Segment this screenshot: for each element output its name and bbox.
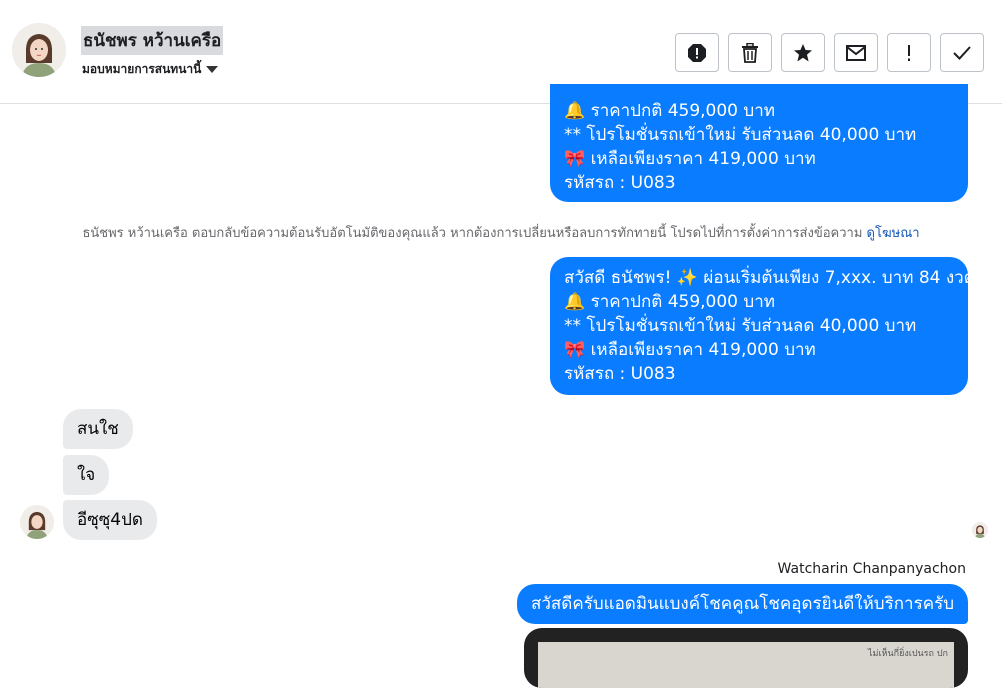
message-line: 🔔 ราคาปกติ 459,000 บาท: [564, 292, 775, 312]
check-icon: [953, 45, 971, 60]
message-line: ** โปรโมชั่นรถเข้าใหม่ รับส่วนลด 40,000 …: [564, 316, 917, 336]
message-line: ** โปรโมชั่นรถเข้าใหม่ รับส่วนลด 40,000 …: [564, 125, 917, 145]
system-notice-text: ธนัชพร หว้านเครือ ตอบกลับข้อความต้อนรับอ…: [82, 226, 863, 241]
sender-name: Watcharin Chanpanyachon: [777, 561, 966, 577]
assign-conversation-dropdown[interactable]: มอบหมายการสนทนานี้: [82, 60, 219, 79]
image-attachment[interactable]: ไม่เห็นกี่ยิ่งเปนรถ ปก: [524, 628, 968, 688]
delete-button[interactable]: [728, 33, 772, 72]
exclamation-icon: [908, 44, 910, 61]
contact-name[interactable]: ธนัชพร หว้านเครือ: [81, 26, 224, 55]
header-actions: [675, 33, 984, 72]
view-ad-link[interactable]: ดูโฆษณา: [867, 226, 920, 241]
report-button[interactable]: [675, 33, 719, 72]
incoming-message[interactable]: สนใช: [63, 409, 133, 449]
important-button[interactable]: [887, 33, 931, 72]
message-line: สวัสดี ธนัชพร! ✨ ผ่อนเริ่มต้นเพียง 7,xxx…: [564, 268, 975, 288]
alert-octagon-icon: [688, 43, 706, 62]
contact-avatar[interactable]: [12, 23, 66, 77]
contact-avatar-small[interactable]: [20, 505, 54, 539]
incoming-message[interactable]: อีซุซุ4ปด: [63, 500, 157, 540]
message-line: รหัสรถ : U083: [564, 364, 676, 384]
message-line: 🔔 ราคาปกติ 459,000 บาท: [564, 101, 775, 121]
caret-down-icon: [206, 66, 219, 73]
star-icon: [794, 43, 812, 61]
message-line: รหัสรถ : U083: [564, 173, 676, 193]
assign-label: มอบหมายการสนทนานี้: [82, 62, 202, 76]
message-line: 🎀 เหลือเพียงราคา 419,000 บาท: [564, 340, 816, 360]
outgoing-message[interactable]: สวัสดี ธนัชพร! ✨ ผ่อนเริ่มต้นเพียง 7,xxx…: [550, 257, 975, 395]
envelope-icon: [846, 44, 866, 61]
outgoing-message[interactable]: 🔔 ราคาปกติ 459,000 บาท ** โปรโมชั่นรถเข้…: [550, 84, 968, 202]
seen-indicator-avatar: [972, 522, 988, 538]
incoming-message[interactable]: ใจ: [63, 455, 110, 495]
trash-icon: [742, 42, 758, 63]
done-button[interactable]: [940, 33, 984, 72]
message-line: 🎀 เหลือเพียงราคา 419,000 บาท: [564, 149, 816, 169]
message-line: สวัสดีครับแอดมินแบงค์โชคคูณโชคอุดรยินดีใ…: [530, 594, 954, 614]
image-caption: ไม่เห็นกี่ยิ่งเปนรถ ปก: [868, 649, 948, 659]
system-notice: ธนัชพร หว้านเครือ ตอบกลับข้อความต้อนรับอ…: [0, 222, 1002, 243]
outgoing-message[interactable]: สวัสดีครับแอดมินแบงค์โชคคูณโชคอุดรยินดีใ…: [516, 584, 968, 624]
star-button[interactable]: [781, 33, 825, 72]
mark-unread-button[interactable]: [834, 33, 878, 72]
